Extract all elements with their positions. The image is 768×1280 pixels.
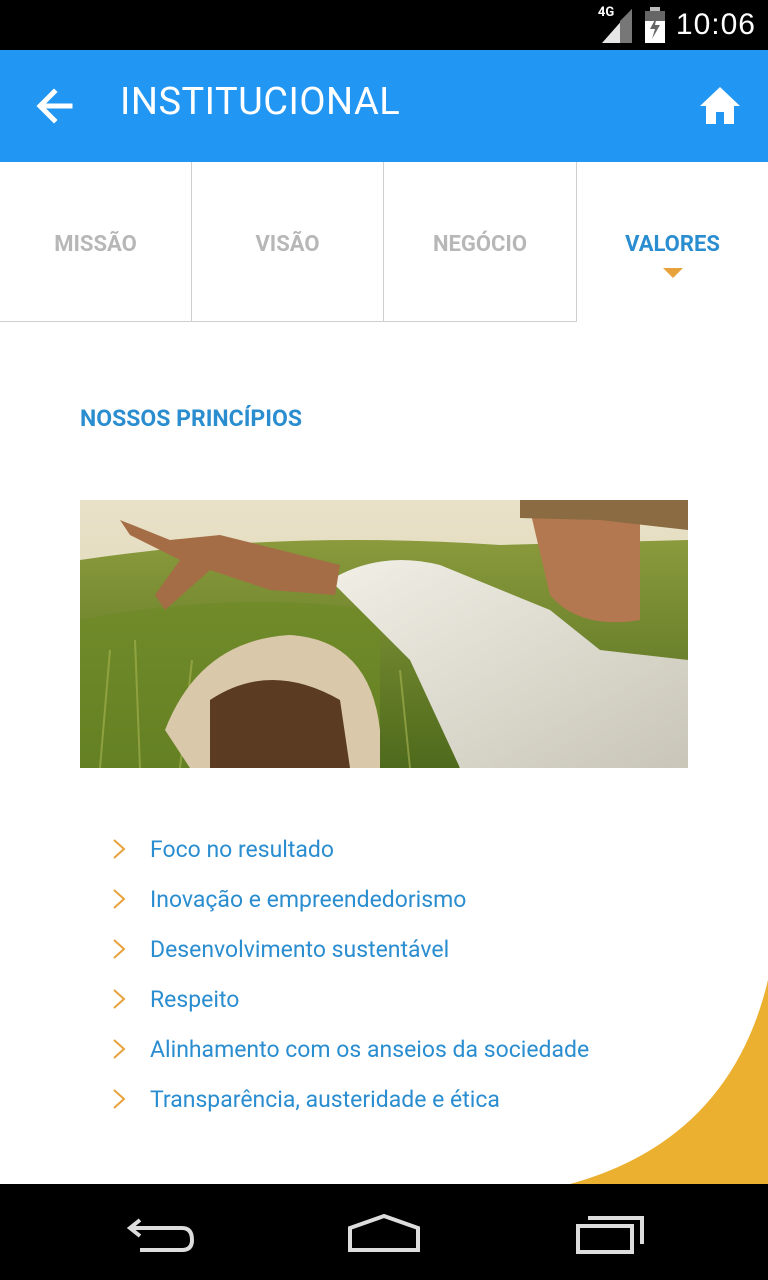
page-title: INSTITUCIONAL [120, 80, 401, 124]
tab-bar: MISSÃO VISÃO NEGÓCIO VALORES [0, 162, 768, 324]
system-nav-bar [0, 1184, 768, 1280]
list-item: Alinhamento com os anseios da sociedade [110, 1024, 589, 1074]
tab-valores[interactable]: VALORES [577, 162, 768, 322]
tab-missao[interactable]: MISSÃO [0, 162, 192, 322]
section-title: NOSSOS PRINCÍPIOS [80, 405, 303, 432]
active-tab-indicator-icon [662, 268, 683, 278]
chevron-right-icon [113, 1089, 126, 1109]
home-button[interactable] [698, 84, 742, 128]
nav-back-icon [126, 1218, 195, 1252]
signal-icon: 4G [597, 5, 634, 43]
list-item-label: Inovação e empreendedorismo [150, 885, 467, 913]
list-item: Transparência, austeridade e ética [110, 1074, 589, 1124]
chevron-right-icon [113, 1039, 126, 1059]
battery-icon [644, 7, 665, 43]
back-button[interactable] [30, 82, 78, 130]
list-item-label: Respeito [150, 985, 240, 1013]
status-bar: 4G 10:06 [0, 0, 768, 50]
list-item: Inovação e empreendedorismo [110, 874, 589, 924]
tab-label: MISSÃO [54, 232, 137, 257]
values-list: Foco no resultado Inovação e empreendedo… [110, 824, 589, 1124]
app-bar: INSTITUCIONAL [0, 50, 768, 162]
tab-negocio[interactable]: NEGÓCIO [384, 162, 577, 322]
list-item: Respeito [110, 974, 589, 1024]
network-type: 4G [597, 5, 615, 20]
tab-label: VALORES [625, 232, 720, 257]
chevron-right-icon [113, 989, 126, 1009]
arrow-left-icon [36, 88, 73, 124]
chevron-right-icon [113, 839, 126, 859]
list-item-label: Desenvolvimento sustentável [150, 935, 450, 963]
list-item-label: Alinhamento com os anseios da sociedade [150, 1035, 590, 1063]
tab-label: VISÃO [255, 232, 320, 257]
list-item: Desenvolvimento sustentável [110, 924, 589, 974]
nav-back-button[interactable] [120, 1206, 200, 1258]
nav-home-button[interactable] [344, 1206, 424, 1258]
nav-home-icon [348, 1213, 420, 1252]
farmer-field-photo [80, 500, 688, 768]
list-item-label: Foco no resultado [150, 835, 335, 863]
tab-label: NEGÓCIO [432, 232, 528, 257]
status-time: 10:06 [675, 8, 756, 41]
tab-visao[interactable]: VISÃO [192, 162, 384, 322]
chevron-right-icon [113, 889, 126, 909]
home-icon [700, 87, 740, 124]
list-item: Foco no resultado [110, 824, 589, 874]
list-item-label: Transparência, austeridade e ética [150, 1085, 500, 1113]
nav-recents-button[interactable] [570, 1206, 650, 1258]
chevron-right-icon [113, 939, 126, 959]
nav-recents-icon [576, 1216, 644, 1254]
